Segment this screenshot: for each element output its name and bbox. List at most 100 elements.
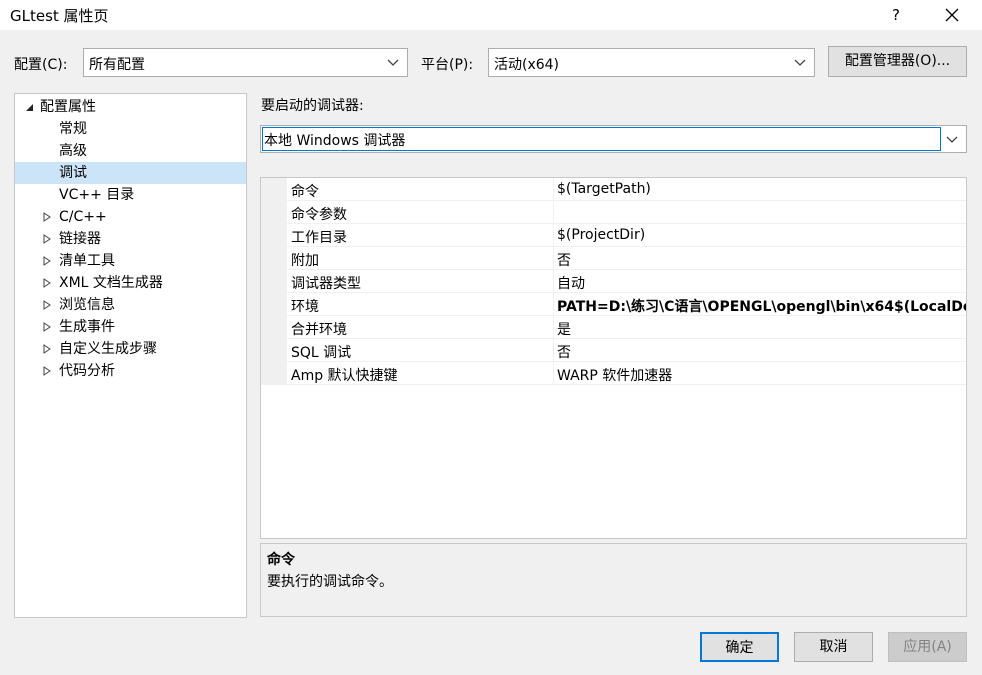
property-name: 附加 — [291, 253, 319, 269]
collapsed-triangle-icon[interactable] — [41, 365, 53, 377]
property-grid[interactable]: 命令 $(TargetPath) 命令参数 工作目录 $(ProjectDir)… — [260, 177, 967, 539]
property-row-merge-environment[interactable]: 合并环境 是 — [261, 316, 966, 339]
tree-item-label: 高级 — [59, 143, 87, 159]
description-text: 要执行的调试命令。 — [267, 574, 393, 590]
property-value[interactable]: 否 — [557, 250, 571, 270]
tree-item-label: 生成事件 — [59, 319, 115, 335]
column-divider — [553, 247, 554, 270]
tree-item-label: 代码分析 — [59, 363, 115, 379]
tree-item-label: 自定义生成步骤 — [59, 341, 157, 357]
expanded-triangle-icon[interactable] — [23, 101, 35, 113]
row-gutter — [261, 316, 287, 339]
row-gutter — [261, 293, 287, 316]
row-gutter — [261, 224, 287, 247]
ok-button[interactable]: 确定 — [700, 632, 779, 662]
property-name: 调试器类型 — [291, 276, 361, 292]
column-divider — [553, 339, 554, 362]
property-row-environment[interactable]: 环境 PATH=D:\练习\C语言\OPENGL\opengl\bin\x64$… — [261, 293, 966, 316]
property-value[interactable]: 自动 — [557, 273, 585, 293]
property-tree[interactable]: 配置属性 常规 高级 调试 VC++ 目录 C/C++ 链接器 清单工具 XML… — [14, 93, 247, 618]
tree-item-config-properties[interactable]: 配置属性 — [15, 96, 246, 118]
platform-dropdown[interactable]: 活动(x64) — [488, 48, 815, 77]
property-name: 命令参数 — [291, 207, 347, 223]
property-row-debugger-type[interactable]: 调试器类型 自动 — [261, 270, 966, 293]
window-title: GLtest 属性页 — [10, 7, 109, 25]
column-divider — [553, 224, 554, 247]
chevron-down-icon — [794, 59, 806, 66]
column-divider — [553, 293, 554, 316]
cancel-button[interactable]: 取消 — [794, 632, 873, 662]
collapsed-triangle-icon[interactable] — [41, 299, 53, 311]
row-gutter — [261, 270, 287, 293]
debugger-dropdown[interactable]: 本地 Windows 调试器 — [260, 125, 967, 153]
description-title: 命令 — [267, 552, 295, 568]
chevron-down-icon — [946, 136, 958, 143]
tree-item-build-events[interactable]: 生成事件 — [15, 316, 246, 338]
tree-item-custom-build-step[interactable]: 自定义生成步骤 — [15, 338, 246, 360]
row-gutter — [261, 362, 287, 385]
tree-item-code-analysis[interactable]: 代码分析 — [15, 360, 246, 382]
apply-button[interactable]: 应用(A) — [888, 632, 967, 662]
collapsed-triangle-icon[interactable] — [41, 277, 53, 289]
property-row-sql-debugging[interactable]: SQL 调试 否 — [261, 339, 966, 362]
column-divider — [553, 316, 554, 339]
help-button[interactable]: ? — [878, 3, 914, 27]
config-manager-button[interactable]: 配置管理器(O)... — [828, 46, 967, 77]
property-row-command-args[interactable]: 命令参数 — [261, 201, 966, 224]
row-gutter — [261, 247, 287, 270]
tree-item-label: 调试 — [59, 165, 87, 181]
tree-item-label: XML 文档生成器 — [59, 275, 163, 291]
tree-item-debugging[interactable]: 调试 — [15, 162, 246, 184]
column-divider — [553, 362, 554, 385]
property-name: 环境 — [291, 299, 319, 315]
close-icon — [945, 8, 959, 22]
property-value[interactable]: PATH=D:\练习\C语言\OPENGL\opengl\bin\x64$(Lo… — [557, 296, 966, 316]
property-row-working-dir[interactable]: 工作目录 $(ProjectDir) — [261, 224, 966, 247]
tree-item-label: 清单工具 — [59, 253, 115, 269]
column-divider — [553, 178, 554, 201]
collapsed-triangle-icon[interactable] — [41, 233, 53, 245]
platform-label: 平台(P): — [421, 57, 474, 73]
property-row-amp-default-accelerator[interactable]: Amp 默认快捷键 WARP 软件加速器 — [261, 362, 966, 385]
property-row-command[interactable]: 命令 $(TargetPath) — [261, 178, 966, 201]
tree-item-advanced[interactable]: 高级 — [15, 140, 246, 162]
property-value[interactable]: 否 — [557, 342, 571, 362]
debugger-label: 要启动的调试器: — [261, 98, 364, 114]
description-panel: 命令 要执行的调试命令。 — [260, 543, 967, 617]
collapsed-triangle-icon[interactable] — [41, 211, 53, 223]
property-name: SQL 调试 — [291, 345, 352, 361]
tree-item-general[interactable]: 常规 — [15, 118, 246, 140]
property-value[interactable]: $(TargetPath) — [557, 181, 651, 197]
property-name: 工作目录 — [291, 230, 347, 246]
close-button[interactable] — [934, 3, 970, 27]
collapsed-triangle-icon[interactable] — [41, 321, 53, 333]
column-divider — [553, 201, 554, 224]
platform-value: 活动(x64) — [494, 57, 560, 73]
title-bar: GLtest 属性页 ? — [0, 0, 982, 30]
debugger-value: 本地 Windows 调试器 — [264, 133, 406, 149]
chevron-down-icon — [387, 59, 399, 66]
tree-item-label: 浏览信息 — [59, 297, 115, 313]
row-gutter — [261, 178, 287, 201]
config-dropdown[interactable]: 所有配置 — [83, 48, 408, 77]
tree-item-vc-directories[interactable]: VC++ 目录 — [15, 184, 246, 206]
collapsed-triangle-icon[interactable] — [41, 343, 53, 355]
property-name: Amp 默认快捷键 — [291, 368, 398, 384]
property-name: 命令 — [291, 184, 319, 200]
config-value: 所有配置 — [89, 57, 145, 73]
property-row-attach[interactable]: 附加 否 — [261, 247, 966, 270]
property-value[interactable]: WARP 软件加速器 — [557, 365, 672, 385]
property-value[interactable]: 是 — [557, 319, 571, 339]
config-label: 配置(C): — [14, 57, 68, 73]
tree-item-label: VC++ 目录 — [59, 187, 135, 203]
tree-item-linker[interactable]: 链接器 — [15, 228, 246, 250]
tree-item-manifest-tool[interactable]: 清单工具 — [15, 250, 246, 272]
property-name: 合并环境 — [291, 322, 347, 338]
collapsed-triangle-icon[interactable] — [41, 255, 53, 267]
column-divider — [553, 270, 554, 293]
tree-item-browse-info[interactable]: 浏览信息 — [15, 294, 246, 316]
tree-item-label: 配置属性 — [40, 99, 96, 115]
tree-item-c-cpp[interactable]: C/C++ — [15, 206, 246, 228]
property-value[interactable]: $(ProjectDir) — [557, 227, 645, 243]
tree-item-xml-doc-generator[interactable]: XML 文档生成器 — [15, 272, 246, 294]
